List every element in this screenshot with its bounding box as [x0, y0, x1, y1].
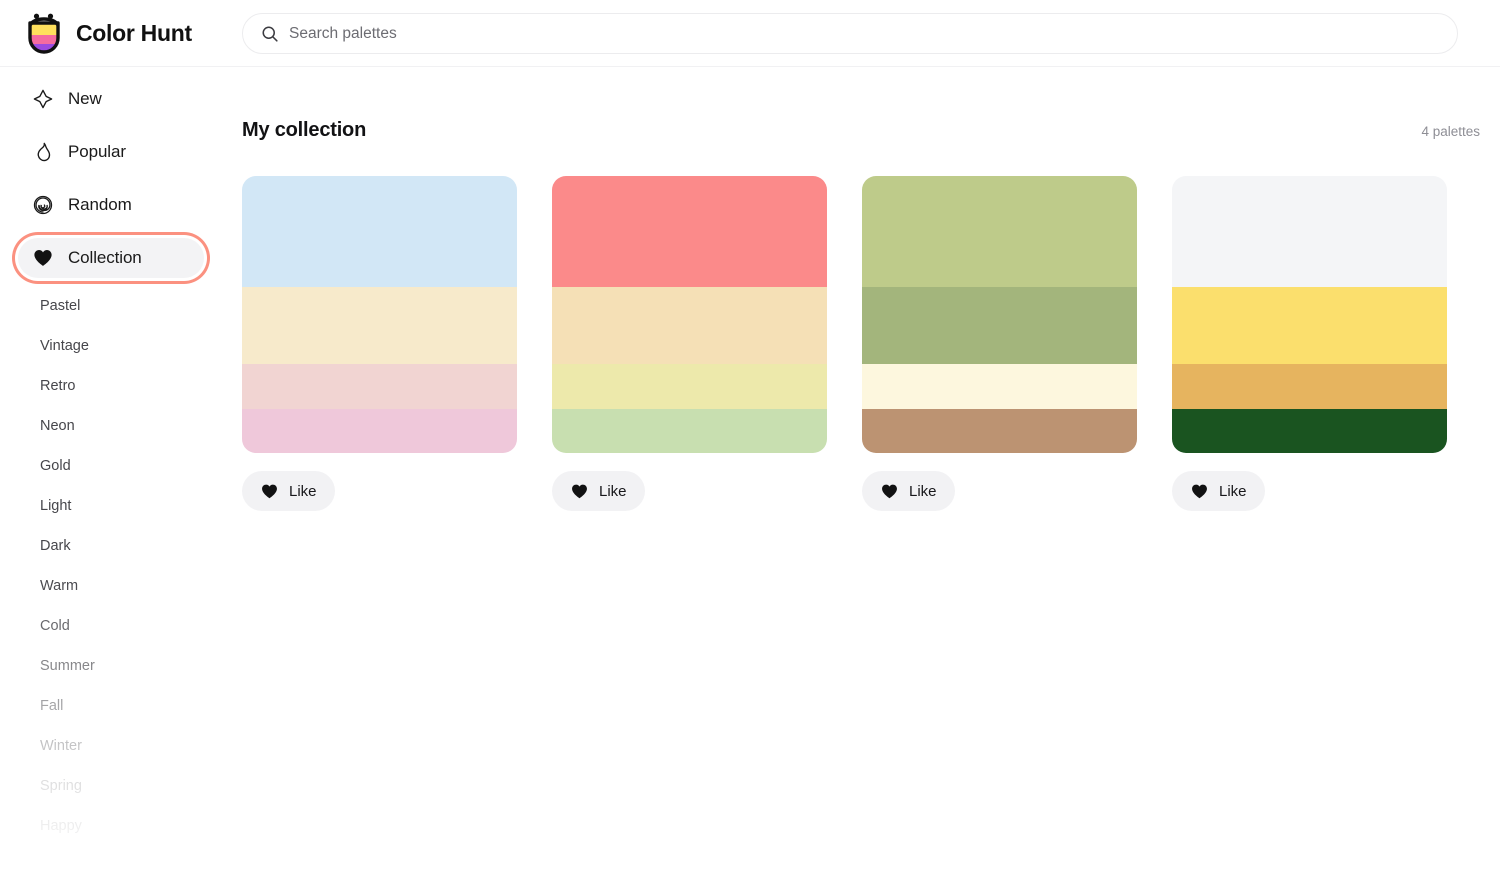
palette-swatch[interactable]: [242, 176, 517, 287]
heart-icon: [882, 484, 897, 498]
sidebar: New Popular Random Collection Pastel Vin…: [0, 67, 222, 888]
palette-swatch[interactable]: [552, 176, 827, 287]
palette-swatch[interactable]: [862, 176, 1137, 287]
sidebar-tag-neon[interactable]: Neon: [0, 406, 222, 446]
palette-grid: Like Like Like Like: [242, 176, 1482, 511]
heart-icon: [34, 250, 52, 266]
sidebar-item-collection[interactable]: Collection: [18, 238, 204, 278]
sidebar-tag-happy[interactable]: Happy: [0, 806, 222, 846]
palette-swatches[interactable]: [862, 176, 1137, 453]
like-button-label: Like: [1219, 482, 1247, 500]
sidebar-item-random[interactable]: Random: [18, 185, 204, 225]
sidebar-item-label: Collection: [68, 248, 142, 267]
collection-header: My collection 4 palettes: [242, 119, 1480, 142]
sidebar-tag-retro[interactable]: Retro: [0, 366, 222, 406]
colorhunt-smiley-logo-icon: [28, 13, 60, 54]
palette-swatch[interactable]: [242, 364, 517, 409]
palette-swatch[interactable]: [1172, 364, 1447, 409]
sidebar-tag-cold[interactable]: Cold: [0, 606, 222, 646]
sidebar-item-label: Popular: [68, 142, 126, 161]
palette-card: Like: [242, 176, 517, 511]
palette-swatch[interactable]: [1172, 176, 1447, 287]
heart-icon: [262, 484, 277, 498]
search-bar[interactable]: [242, 13, 1458, 54]
sidebar-tag-warm[interactable]: Warm: [0, 566, 222, 606]
brand[interactable]: Color Hunt: [24, 11, 192, 55]
palette-swatch[interactable]: [1172, 408, 1447, 453]
like-button[interactable]: Like: [242, 471, 335, 511]
like-button[interactable]: Like: [1172, 471, 1265, 511]
palette-card: Like: [552, 176, 827, 511]
like-button-label: Like: [289, 482, 317, 500]
palette-swatches[interactable]: [552, 176, 827, 453]
brand-name: Color Hunt: [76, 19, 192, 46]
palette-swatch[interactable]: [552, 408, 827, 453]
palette-swatch[interactable]: [242, 408, 517, 453]
sidebar-tag-vintage[interactable]: Vintage: [0, 326, 222, 366]
main-content: My collection 4 palettes Like Like Like Lik…: [222, 67, 1500, 888]
sidebar-tag-winter[interactable]: Winter: [0, 726, 222, 766]
sidebar-nav: New Popular Random Collection: [0, 79, 222, 291]
like-button-label: Like: [599, 482, 627, 500]
sidebar-tag-pastel[interactable]: Pastel: [0, 286, 222, 326]
sidebar-tag-dark[interactable]: Dark: [0, 526, 222, 566]
app-header: Color Hunt: [0, 0, 1500, 67]
like-button[interactable]: Like: [552, 471, 645, 511]
sidebar-tag-spring[interactable]: Spring: [0, 766, 222, 806]
sidebar-tag-list: Pastel Vintage Retro Neon Gold Light Dar…: [0, 286, 222, 846]
palette-swatches[interactable]: [1172, 176, 1447, 453]
sidebar-tag-light[interactable]: Light: [0, 486, 222, 526]
heart-icon: [1192, 484, 1207, 498]
page-title: My collection: [242, 119, 367, 141]
palette-card: Like: [862, 176, 1137, 511]
palette-swatch[interactable]: [552, 286, 827, 365]
palette-swatch[interactable]: [242, 286, 517, 365]
sidebar-item-label: New: [68, 89, 102, 108]
search-input[interactable]: [289, 24, 1439, 43]
sidebar-tag-summer[interactable]: Summer: [0, 646, 222, 686]
like-button-label: Like: [909, 482, 937, 500]
sparkle-icon: [33, 89, 53, 109]
sidebar-tag-gold[interactable]: Gold: [0, 446, 222, 486]
palette-swatch[interactable]: [862, 364, 1137, 409]
palette-swatch[interactable]: [552, 364, 827, 409]
heart-icon: [572, 484, 587, 498]
palette-swatch[interactable]: [862, 408, 1137, 453]
palette-swatch[interactable]: [1172, 286, 1447, 365]
sidebar-item-label: Random: [68, 195, 132, 214]
palette-card: Like: [1172, 176, 1447, 511]
palette-swatches[interactable]: [242, 176, 517, 453]
spiral-icon: [33, 195, 53, 215]
like-button[interactable]: Like: [862, 471, 955, 511]
sidebar-item-new[interactable]: New: [18, 79, 204, 119]
palette-count: 4 palettes: [1421, 124, 1480, 139]
flame-icon: [37, 142, 51, 162]
sidebar-tag-fall[interactable]: Fall: [0, 686, 222, 726]
search-icon: [262, 25, 278, 42]
palette-swatch[interactable]: [862, 286, 1137, 365]
sidebar-item-popular[interactable]: Popular: [18, 132, 204, 172]
